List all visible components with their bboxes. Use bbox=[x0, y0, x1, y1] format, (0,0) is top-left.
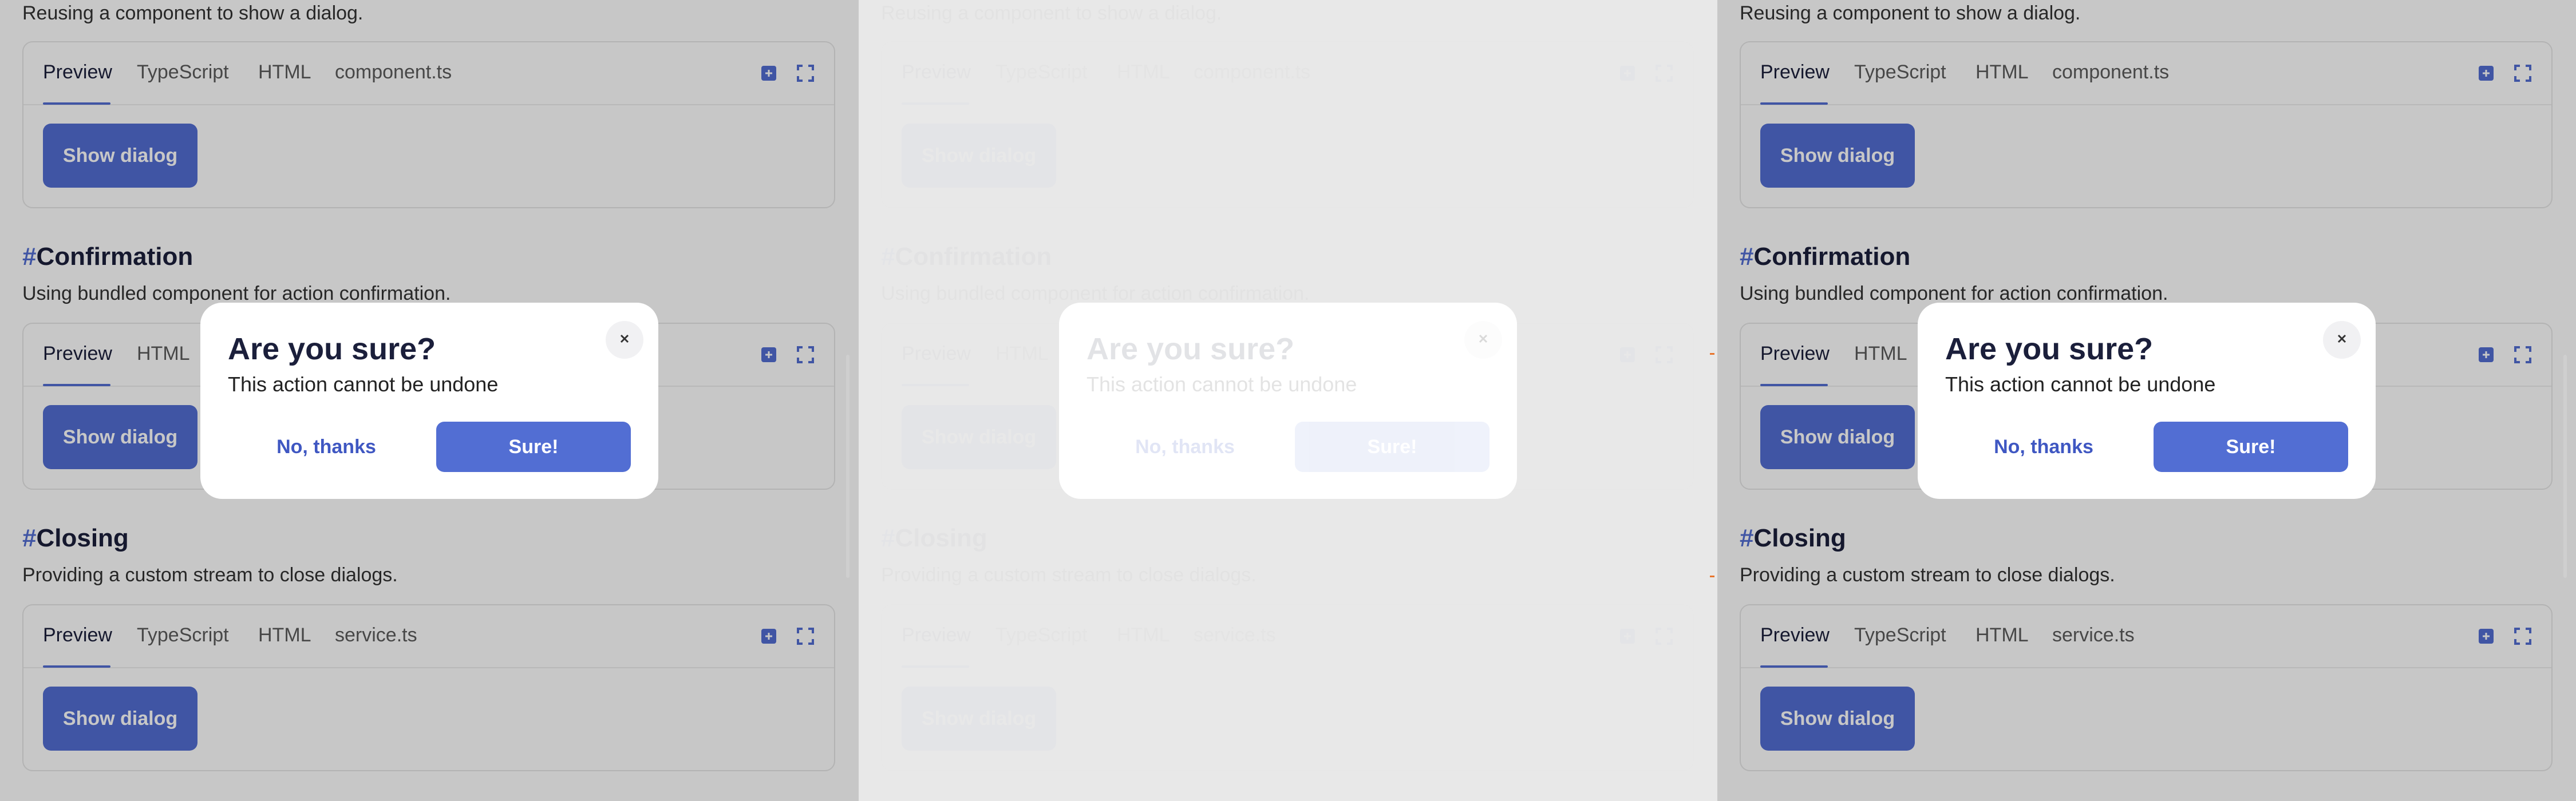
confirm-button[interactable]: Sure! bbox=[436, 422, 631, 472]
dialog-message: This action cannot be undone bbox=[228, 372, 499, 396]
confirm-dialog: Are you sure? This action cannot be undo… bbox=[1918, 303, 2376, 499]
close-button[interactable] bbox=[2323, 321, 2361, 359]
scroll-marker bbox=[1710, 353, 1714, 355]
confirm-button[interactable]: Sure! bbox=[1295, 422, 1490, 472]
confirm-dialog: Are you sure? This action cannot be undo… bbox=[200, 303, 658, 499]
close-icon bbox=[617, 331, 632, 349]
cancel-button[interactable]: No, thanks bbox=[229, 422, 424, 472]
dialog-title: Are you sure? bbox=[1945, 332, 2154, 366]
scroll-marker bbox=[1710, 576, 1714, 577]
cancel-button[interactable]: No, thanks bbox=[1088, 422, 1282, 472]
close-button[interactable] bbox=[606, 321, 643, 359]
dialog-message: This action cannot be undone bbox=[1086, 372, 1357, 396]
scrollbar[interactable] bbox=[846, 355, 850, 578]
close-button[interactable] bbox=[1464, 321, 1502, 359]
screen-pane-right: Reusing a component to show a dialog. Pr… bbox=[1717, 0, 2576, 801]
close-icon bbox=[1476, 331, 1491, 349]
screen-pane-left: Reusing a component to show a dialog. Pr… bbox=[0, 0, 859, 801]
scrollbar[interactable] bbox=[2563, 355, 2567, 578]
confirm-button[interactable]: Sure! bbox=[2154, 422, 2348, 472]
close-icon bbox=[2334, 331, 2349, 349]
dialog-message: This action cannot be undone bbox=[1945, 372, 2216, 396]
dialog-title: Are you sure? bbox=[1086, 332, 1295, 366]
dialog-title: Are you sure? bbox=[228, 332, 436, 366]
confirm-dialog: Are you sure? This action cannot be undo… bbox=[1059, 303, 1517, 499]
screen-pane-middle: Reusing a component to show a dialog. Pr… bbox=[859, 0, 1717, 801]
cancel-button[interactable]: No, thanks bbox=[1946, 422, 2141, 472]
